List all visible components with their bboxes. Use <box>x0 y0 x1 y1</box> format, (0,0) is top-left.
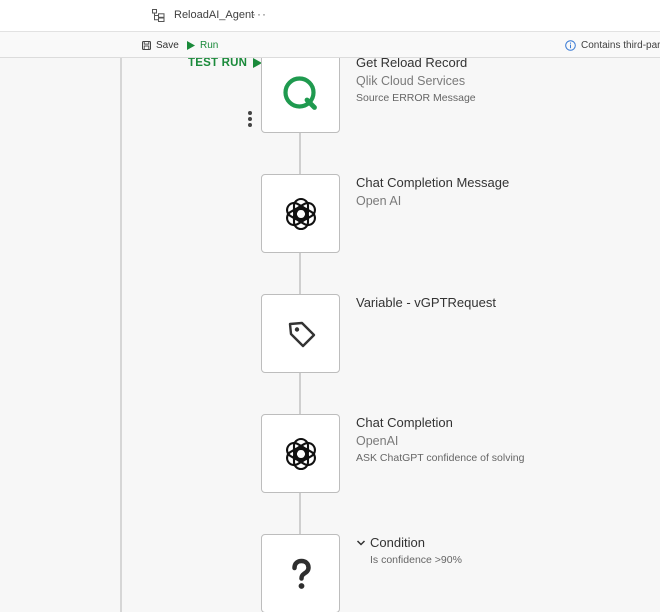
play-icon <box>187 40 195 50</box>
block-title: Condition <box>370 535 425 550</box>
connector-line <box>299 492 301 534</box>
block-title: Chat Completion Message <box>356 175 510 190</box>
more-options-icon[interactable]: ··· <box>252 7 267 21</box>
block-variable-vgptrequest[interactable] <box>261 294 340 373</box>
block-condition-info: Condition Is confidence >90% <box>356 534 462 569</box>
condition-header[interactable]: Condition <box>356 534 462 552</box>
block-menu-icon[interactable] <box>243 110 257 130</box>
info-icon <box>565 39 576 51</box>
block-subtitle: OpenAI <box>356 434 399 448</box>
block-description: ASK ChatGPT confidence of solving <box>356 452 525 464</box>
test-run-button[interactable]: TEST RUN <box>188 58 263 69</box>
block-variable-vgptrequest-info: Variable - vGPTRequest <box>356 294 496 312</box>
openai-logo-icon <box>285 197 316 230</box>
test-run-label: TEST RUN <box>188 58 248 69</box>
block-chat-completion-message-info: Chat Completion Message Open AI <box>356 174 509 210</box>
connector-line <box>299 372 301 414</box>
start-rail <box>120 58 122 612</box>
qlik-logo-icon <box>282 75 317 110</box>
run-button[interactable]: Run <box>187 38 218 52</box>
save-icon <box>142 40 151 50</box>
block-chat-completion[interactable] <box>261 414 340 493</box>
automation-icon <box>152 9 165 22</box>
block-get-reload-record[interactable] <box>261 58 340 133</box>
block-description: Source ERROR Message <box>356 92 476 104</box>
block-subtitle: Open AI <box>356 194 402 208</box>
app-name: ReloadAI_Agent <box>174 9 255 21</box>
connector-line <box>299 252 301 294</box>
third-party-text: Contains third-party <box>581 39 660 51</box>
save-label: Save <box>156 39 179 51</box>
run-label: Run <box>200 39 219 51</box>
tag-icon <box>288 321 315 347</box>
block-title: Variable - vGPTRequest <box>356 295 496 310</box>
block-chat-completion-info: Chat Completion OpenAI ASK ChatGPT confi… <box>356 414 524 467</box>
title-bar: ReloadAI_Agent ··· <box>0 0 660 32</box>
openai-logo-icon <box>285 437 316 470</box>
block-get-reload-record-info: Get Reload Record Qlik Cloud Services So… <box>356 58 476 107</box>
block-description: Is confidence >90% <box>370 554 462 566</box>
connector-line <box>299 132 301 174</box>
save-button[interactable]: Save <box>142 38 179 52</box>
third-party-notice[interactable]: Contains third-party <box>565 38 660 52</box>
question-mark-icon <box>291 558 311 589</box>
block-title: Get Reload Record <box>356 58 468 70</box>
block-subtitle: Qlik Cloud Services <box>356 74 466 88</box>
chevron-down-icon[interactable] <box>356 538 366 548</box>
toolbar: Save Run Contains third-party <box>0 32 660 58</box>
block-title: Chat Completion <box>356 415 453 430</box>
block-condition[interactable] <box>261 534 340 612</box>
block-chat-completion-message[interactable] <box>261 174 340 253</box>
automation-canvas[interactable]: TEST RUN Get Reload Record Qlik Cloud Se… <box>0 58 660 612</box>
